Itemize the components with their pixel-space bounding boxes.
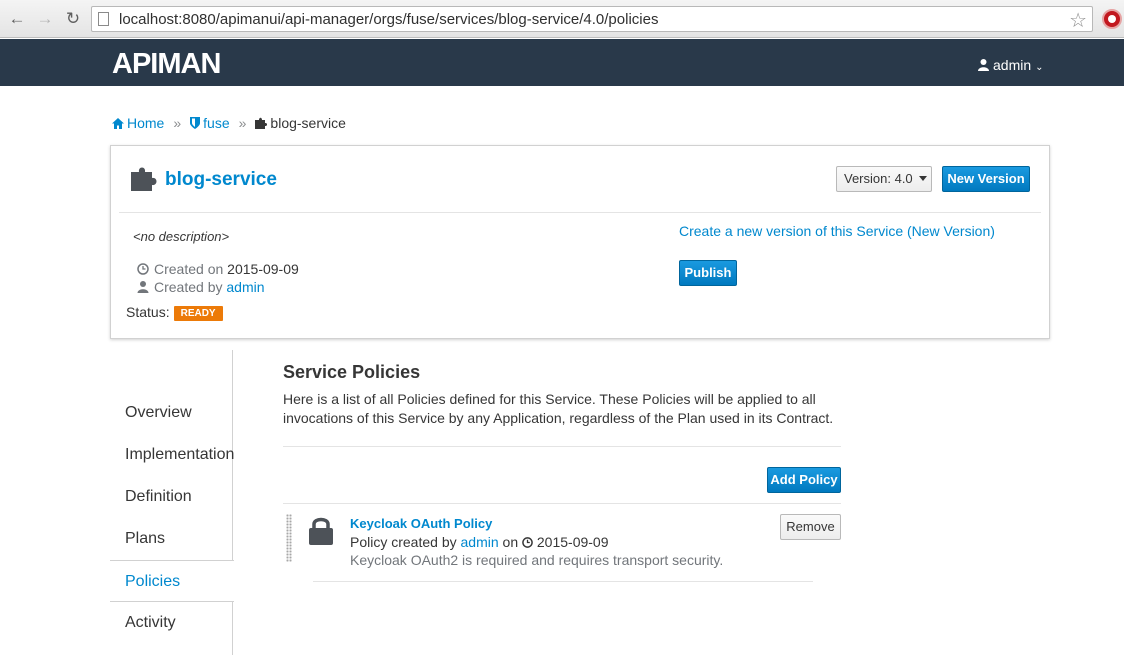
url-text[interactable]: localhost:8080/apimanui/api-manager/orgs… xyxy=(119,11,658,28)
apiman-logo[interactable]: APIMAN xyxy=(112,48,221,81)
card-divider xyxy=(119,212,1041,213)
reload-icon[interactable]: ↻ xyxy=(63,9,83,29)
chevron-down-icon: ⌄ xyxy=(1035,62,1044,73)
sidebar-item-policies[interactable]: Policies xyxy=(110,560,234,602)
created-by-row: Created by admin xyxy=(137,279,265,295)
sidebar-item-definition[interactable]: Definition xyxy=(110,476,233,518)
policy-created-label: Policy created by xyxy=(350,534,457,550)
new-version-button[interactable]: New Version xyxy=(942,166,1030,192)
service-card: blog-service Version: 4.0 New Version <n… xyxy=(110,145,1050,339)
puzzle-icon xyxy=(131,167,157,191)
policy-meta: Policy created by admin on 2015-09-09 xyxy=(350,534,609,550)
home-icon xyxy=(112,118,124,129)
created-on-row: Created on 2015-09-09 xyxy=(137,261,299,277)
sidebar-item-overview[interactable]: Overview xyxy=(110,392,233,434)
breadcrumb-home[interactable]: Home xyxy=(112,115,164,131)
browser-toolbar: ← → ↻ localhost:8080/apimanui/api-manage… xyxy=(0,0,1124,38)
remove-policy-button[interactable]: Remove xyxy=(780,514,841,540)
policy-creator-link[interactable]: admin xyxy=(461,534,499,550)
list-bottom-divider xyxy=(313,581,813,582)
service-title[interactable]: blog-service xyxy=(165,169,277,191)
create-new-version-link[interactable]: Create a new version of this Service (Ne… xyxy=(679,223,995,239)
created-on-label: Created on xyxy=(154,261,224,277)
puzzle-icon xyxy=(255,117,268,129)
forward-arrow-icon[interactable]: → xyxy=(35,9,55,29)
section-title: Service Policies xyxy=(283,362,421,382)
created-by-label: Created by xyxy=(154,279,223,295)
lock-icon xyxy=(309,517,333,545)
breadcrumb-service-label: blog-service xyxy=(270,115,346,131)
policy-name-link[interactable]: Keycloak OAuth Policy xyxy=(350,516,492,531)
breadcrumb-home-label: Home xyxy=(127,115,165,131)
breadcrumb: Home » fuse » blog-service xyxy=(112,115,346,131)
sidebar-item-implementation[interactable]: Implementation xyxy=(110,434,234,476)
version-label: Version: 4.0 xyxy=(844,171,913,186)
add-policy-button[interactable]: Add Policy xyxy=(767,467,841,493)
status-row: Status: READY xyxy=(126,304,223,321)
section-divider xyxy=(283,446,841,447)
policy-date: 2015-09-09 xyxy=(536,534,609,550)
clock-icon xyxy=(522,537,533,548)
created-on-value: 2015-09-09 xyxy=(227,261,299,277)
status-label: Status: xyxy=(126,304,170,320)
drag-handle-icon[interactable] xyxy=(286,514,292,562)
user-icon xyxy=(978,59,989,71)
app-header: APIMAN admin ⌄ xyxy=(0,39,1124,86)
sidebar-item-plans[interactable]: Plans xyxy=(110,518,233,560)
clock-icon xyxy=(137,263,149,275)
caret-down-icon xyxy=(918,176,927,181)
address-bar[interactable]: localhost:8080/apimanui/api-manager/orgs… xyxy=(91,6,1093,32)
sidebar-item-activity[interactable]: Activity xyxy=(110,602,233,644)
bookmark-star-icon[interactable]: ☆ xyxy=(1069,8,1087,33)
policy-on-label: on xyxy=(502,534,519,550)
user-menu[interactable]: admin ⌄ xyxy=(978,57,1044,73)
breadcrumb-org[interactable]: fuse xyxy=(190,115,230,131)
page-icon xyxy=(98,12,109,26)
publish-button[interactable]: Publish xyxy=(679,260,737,286)
section-description: Here is a list of all Policies defined f… xyxy=(283,391,834,426)
back-arrow-icon[interactable]: ← xyxy=(7,9,27,29)
service-sidebar-nav: Overview Implementation Definition Plans… xyxy=(110,350,234,655)
breadcrumb-org-label: fuse xyxy=(203,115,230,131)
shield-icon xyxy=(190,117,201,129)
service-description: <no description> xyxy=(133,229,230,244)
policy-list-item: Keycloak OAuth Policy Policy created by … xyxy=(283,504,841,582)
user-name: admin xyxy=(993,57,1032,73)
breadcrumb-separator: » xyxy=(238,115,247,131)
extension-icon[interactable] xyxy=(1102,9,1122,29)
version-dropdown[interactable]: Version: 4.0 xyxy=(836,166,932,192)
created-by-link[interactable]: admin xyxy=(226,279,264,295)
status-badge: READY xyxy=(173,306,223,321)
user-icon xyxy=(137,281,149,293)
breadcrumb-current: blog-service xyxy=(255,115,346,131)
policy-description: Keycloak OAuth2 is required and requires… xyxy=(350,552,724,568)
breadcrumb-separator: » xyxy=(173,115,182,131)
